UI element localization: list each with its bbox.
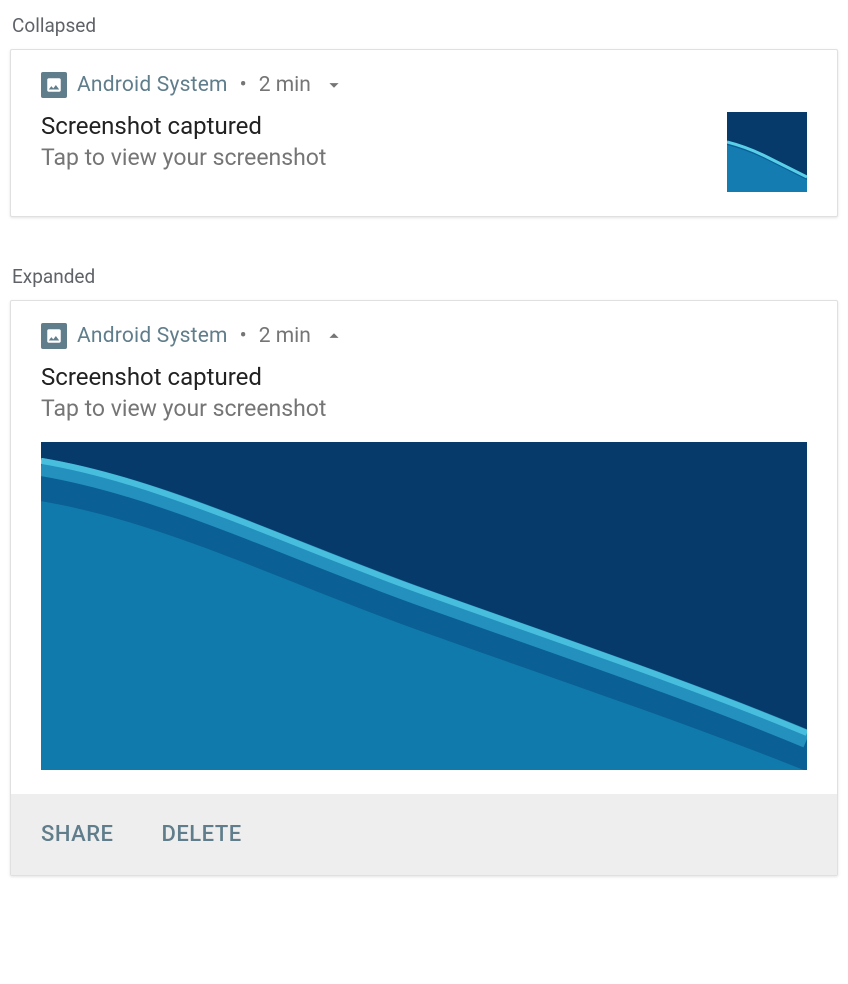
screenshot-large-preview	[41, 442, 807, 770]
notification-body: Tap to view your screenshot	[41, 395, 807, 422]
notification-title: Screenshot captured	[41, 112, 707, 140]
notification-card-expanded[interactable]: Android System • 2 min Screenshot captur…	[10, 300, 838, 876]
screenshot-thumbnail	[727, 112, 807, 192]
dot-separator: •	[240, 324, 247, 348]
app-name-label: Android System	[77, 324, 228, 348]
notification-title: Screenshot captured	[41, 363, 807, 391]
delete-button[interactable]: DELETE	[162, 822, 242, 847]
timestamp-label: 2 min	[259, 324, 311, 348]
notification-header[interactable]: Android System • 2 min	[41, 72, 807, 98]
timestamp-label: 2 min	[259, 73, 311, 97]
chevron-down-icon[interactable]	[323, 74, 345, 96]
notification-card-collapsed[interactable]: Android System • 2 min Screenshot captur…	[10, 49, 838, 217]
share-button[interactable]: SHARE	[41, 822, 114, 847]
expanded-section-label: Expanded	[12, 265, 838, 288]
notification-header[interactable]: Android System • 2 min	[41, 323, 807, 349]
collapsed-section-label: Collapsed	[12, 14, 838, 37]
chevron-up-icon[interactable]	[323, 325, 345, 347]
image-icon	[41, 72, 67, 98]
notification-actions: SHARE DELETE	[11, 794, 837, 875]
dot-separator: •	[240, 73, 247, 97]
image-icon	[41, 323, 67, 349]
notification-body: Tap to view your screenshot	[41, 144, 707, 171]
app-name-label: Android System	[77, 73, 228, 97]
